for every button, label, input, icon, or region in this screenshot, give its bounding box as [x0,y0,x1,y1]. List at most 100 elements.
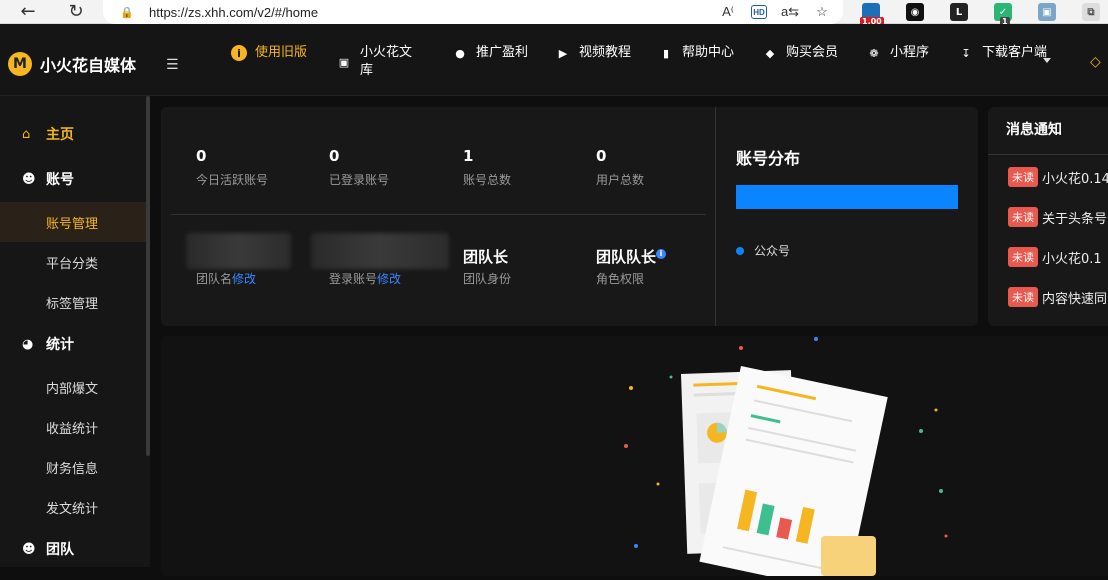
notice-item[interactable]: 未读 内容快速同 [1008,287,1107,307]
sidebar-item-tag-manage[interactable]: 标签管理 [0,282,146,322]
favorite-add-icon[interactable]: ☆ [813,3,831,21]
hd-icon[interactable]: HD [751,5,767,19]
extension-4[interactable]: ✓ 1 [994,0,1012,27]
extension-5[interactable]: ▣ [1038,0,1056,24]
topnav-library[interactable]: ▣ 小火花文库 [336,44,420,80]
divider [171,214,706,215]
team-identity-label: 团队身份 [463,272,512,286]
extension-1[interactable]: 1.00 [860,0,884,27]
legend-label: 公众号 [754,244,791,258]
back-icon[interactable]: ← [16,0,40,24]
team-name-redacted [186,233,291,269]
notice-text: 关于头条号 [1042,211,1108,227]
topnav-download-client[interactable]: ↧ 下载客户端 [958,44,1048,62]
read-aloud-icon[interactable]: A⁽ [719,3,737,21]
money-bag-icon: ● [455,46,465,60]
diamond-icon[interactable]: ◇ [1090,54,1101,70]
sidebar-item-income-stats[interactable]: 收益统计 [0,407,146,447]
help-book-icon: ▮ [662,46,670,60]
address-bar[interactable]: 🔒 https://zs.xhh.com/v2/#/home A⁽ HD a⇆ … [103,0,843,24]
notice-item[interactable]: 未读 关于头条号 [1008,207,1107,227]
sidebar-label: 统计 [46,337,74,353]
panel-divider [715,107,716,326]
url-text[interactable]: https://zs.xhh.com/v2/#/home [149,5,318,20]
topnav-label: 小火花文库 [360,45,413,78]
notice-item[interactable]: 未读 小火花0.14 [1008,167,1108,187]
login-account-field: 登录账号修改 [329,270,401,287]
role-value: 团队队长 i [596,246,667,267]
distribution-bar[interactable] [736,185,958,209]
glasses-extension-icon[interactable]: ◉ [906,3,924,21]
sidebar-label: 平台分类 [46,256,99,272]
login-account-label: 登录账号 [329,272,378,286]
stat-value: 0 [596,147,607,165]
distribution-legend[interactable]: 公众号 [736,242,790,259]
shield-extension-icon[interactable]: ✓ 1 [994,3,1012,27]
lock-icon[interactable]: 🔒 [120,6,134,19]
sidebar-scrollbar[interactable] [146,96,150,456]
topnav-video-tutorial[interactable]: ▶ 视频教程 [555,44,639,62]
app-logo[interactable]: M 小火花自媒体 [8,52,136,76]
legend-dot [736,246,744,255]
user-list-icon: ☻ [22,171,36,187]
sidebar-label: 账号 [46,172,74,188]
notice-text: 小火花0.1 [1042,251,1102,267]
extension-2[interactable]: ◉ [906,0,924,24]
info-icon[interactable]: i [656,249,667,259]
sidebar-item-stats[interactable]: ◕ 统计 [0,324,146,364]
extension-6[interactable]: ⧉ [1082,0,1100,24]
refresh-icon[interactable]: ↻ [64,0,88,24]
role-label: 角色权限 [596,272,645,286]
notice-text: 小火花0.14 [1042,171,1108,187]
notice-item[interactable]: 未读 小火花0.1 [1008,247,1102,267]
edit-team-name-link[interactable]: 修改 [232,272,256,286]
login-account-redacted [311,233,449,269]
sidebar-item-team[interactable]: ☻ 团队 [0,529,146,569]
team-name-label: 团队名 [196,272,233,286]
sidebar-label: 团队 [46,542,74,558]
stat-value: 1 [463,147,474,165]
menu-collapse-icon[interactable]: ☰ [166,57,179,73]
topnav-old-version[interactable]: i 使用旧版 [231,44,315,62]
topnav-label: 帮助中心 [682,45,735,60]
topnav-promotion[interactable]: ● 推广盈利 [452,44,536,62]
sidebar-item-internal-hits[interactable]: 内部爆文 [0,367,146,407]
topnav-mini-program[interactable]: ❁ 小程序 [866,44,930,62]
collections-icon[interactable]: ⧉ [1082,3,1100,21]
sidebar-item-home[interactable]: ⌂ 主页 [0,114,146,154]
unread-badge: 未读 [1008,287,1038,307]
pie-chart-icon: ◕ [22,336,34,352]
stat-value: 0 [329,147,340,165]
topnav-label: 购买会员 [786,45,839,60]
download-icon: ↧ [961,46,971,60]
notice-panel: 消息通知 未读 小火花0.14 未读 关于头条号 未读 小火花0.1 未读 内容… [988,107,1108,326]
sidebar-item-account[interactable]: ☻ 账号 [0,159,146,199]
vip-icon: ◆ [765,46,775,60]
sidebar-label: 收益统计 [46,421,99,437]
app-header: M 小火花自媒体 ☰ i 使用旧版 ▣ 小火花文库 ● 推广盈利 ▶ 视频教程 … [0,24,1108,96]
unread-badge: 未读 [1008,167,1038,187]
extension-3[interactable]: L [950,0,968,24]
edit-login-account-link[interactable]: 修改 [377,272,401,286]
team-icon: ☻ [22,541,36,557]
topnav-buy-vip[interactable]: ◆ 购买会员 [762,44,846,62]
image-extension-icon[interactable]: ▣ [1038,3,1056,21]
topnav-help[interactable]: ▮ 帮助中心 [658,44,742,62]
topnav-label: 使用旧版 [255,45,308,60]
flag-extension-icon[interactable]: 1.00 [860,3,884,27]
l-extension-icon[interactable]: L [950,3,968,21]
topnav-label: 视频教程 [579,45,632,60]
sidebar-item-post-stats[interactable]: 发文统计 [0,487,146,527]
sidebar-item-finance-info[interactable]: 财务信息 [0,447,146,487]
stat-label: 账号总数 [463,173,512,187]
divider [988,154,1108,155]
chevron-down-icon[interactable] [1043,58,1051,63]
sidebar-item-account-manage[interactable]: 账号管理 [0,202,146,242]
sidebar-item-platform-category[interactable]: 平台分类 [0,242,146,282]
home-icon: ⌂ [22,126,31,142]
sidebar-label: 主页 [46,127,74,143]
distribution-title: 账号分布 [736,149,801,168]
topnav-label: 下载客户端 [982,45,1048,60]
translate-icon[interactable]: a⇆ [781,3,799,21]
notice-text: 内容快速同 [1042,291,1108,307]
